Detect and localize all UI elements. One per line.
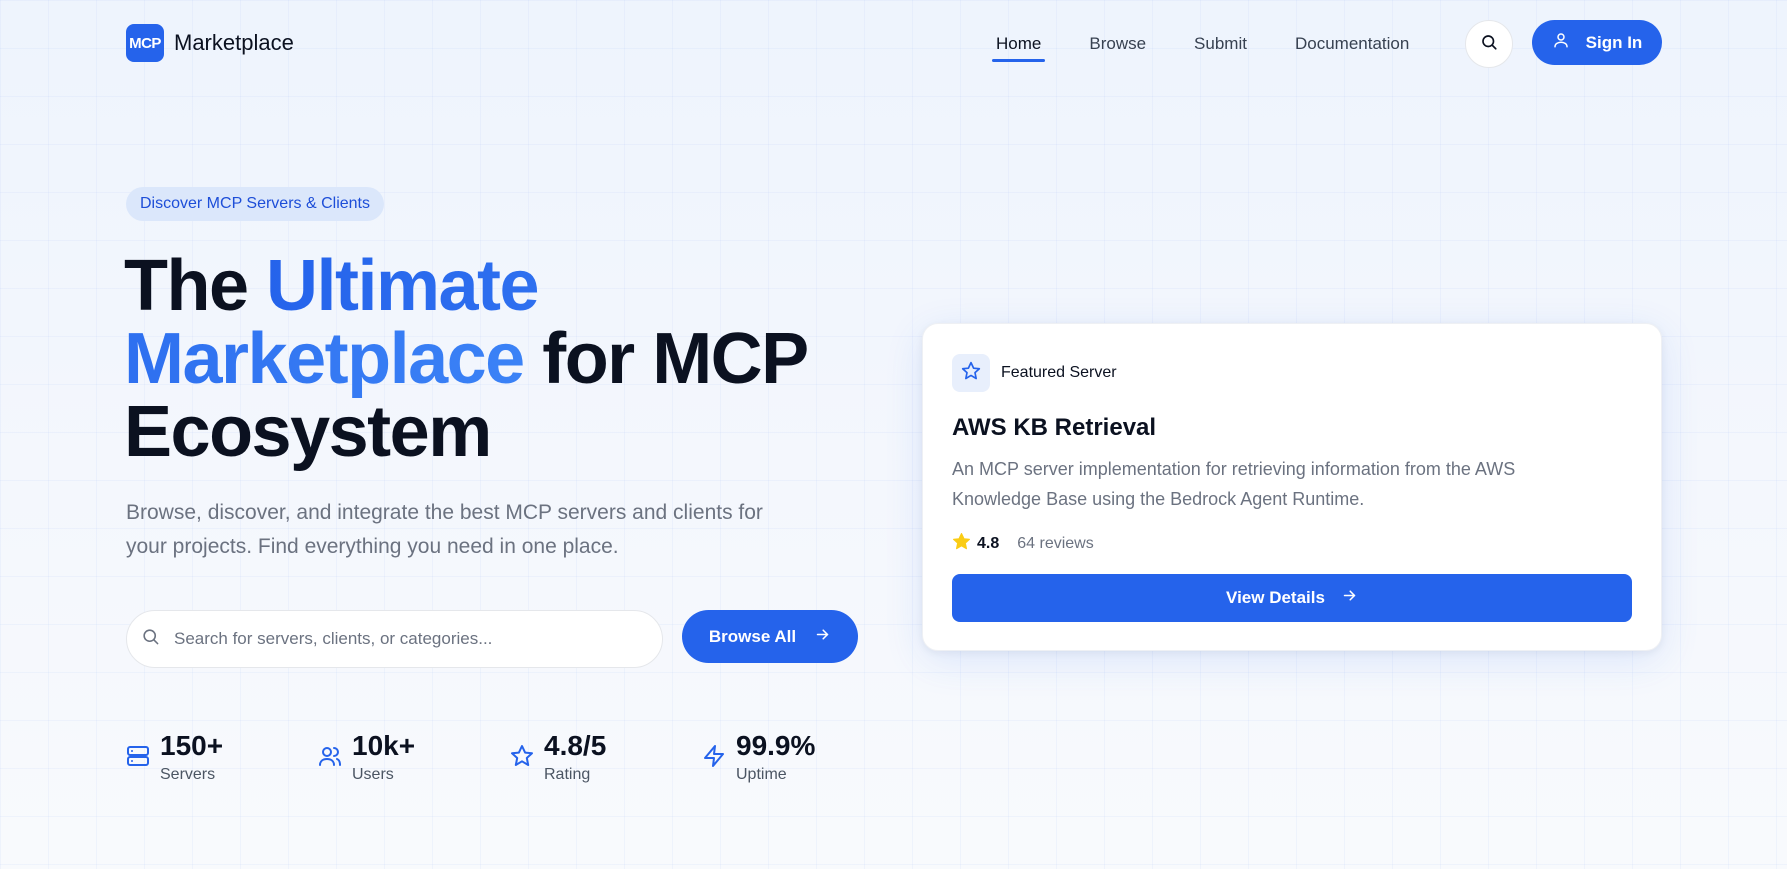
rating-score: 4.8: [977, 535, 1000, 552]
stat-value: 10k+: [352, 730, 416, 761]
browse-all-label: Browse All: [708, 626, 797, 646]
brand[interactable]: MCP Marketplace: [126, 24, 294, 62]
search-icon: [141, 627, 160, 651]
stat-uptime: 99.9% Uptime: [702, 730, 815, 784]
hero-badge: Discover MCP Servers & Clients: [126, 187, 384, 221]
card-header: Featured Server: [952, 354, 1631, 392]
zap-icon: [702, 744, 726, 784]
review-count: 64 reviews: [1017, 535, 1094, 552]
arrow-right-icon: [1341, 587, 1358, 609]
stat-value: 99.9%: [736, 730, 816, 761]
nav-link-browse[interactable]: Browse: [1089, 30, 1146, 62]
hero-search: [126, 610, 663, 668]
stat-label: Uptime: [736, 766, 787, 783]
view-details-label: View Details: [1226, 588, 1325, 607]
filled-star-icon: [952, 532, 971, 556]
nav-link-submit[interactable]: Submit: [1194, 30, 1247, 62]
hero-title: The Ultimate Marketplace for MCP Ecosyst…: [124, 250, 884, 469]
search-button[interactable]: [1465, 20, 1513, 68]
search-icon: [1480, 33, 1498, 56]
stat-users: 10k+ Users: [318, 730, 415, 784]
stat-value: 4.8/5: [544, 730, 607, 761]
stat-servers: 150+ Servers: [126, 730, 223, 784]
nav-links: Home Browse Submit Documentation: [991, 30, 1409, 62]
brand-name: Marketplace: [174, 30, 294, 55]
featured-server-card: Featured Server AWS KB Retrieval An MCP …: [922, 323, 1662, 651]
hero-subtitle: Browse, discover, and integrate the best…: [126, 501, 763, 558]
nav-link-documentation[interactable]: Documentation: [1295, 30, 1409, 62]
card-kicker: Featured Server: [1001, 364, 1117, 381]
arrow-right-icon: [814, 626, 831, 648]
stat-label: Users: [352, 766, 394, 783]
card-description: An MCP server implementation for retriev…: [952, 459, 1516, 509]
user-icon: [1552, 31, 1570, 54]
stat-value: 150+: [160, 730, 224, 761]
search-input[interactable]: [174, 629, 644, 649]
star-icon: [961, 361, 981, 386]
featured-icon-box: [952, 354, 990, 392]
sign-in-button[interactable]: Sign In: [1532, 20, 1662, 65]
stat-label: Servers: [160, 766, 216, 783]
hero-title-part-1: The: [124, 246, 267, 326]
users-icon: [318, 744, 342, 784]
card-title: AWS KB Retrieval: [952, 414, 1157, 441]
top-nav: MCP Marketplace Home Browse Submit Docum…: [0, 0, 1787, 88]
star-icon: [510, 744, 534, 784]
stat-rating: 4.8/5 Rating: [510, 730, 606, 784]
card-rating: 4.8 64 reviews: [952, 532, 1631, 556]
browse-all-button[interactable]: Browse All: [682, 610, 858, 663]
server-icon: [126, 744, 150, 784]
sign-in-label: Sign In: [1585, 32, 1643, 52]
nav-link-home[interactable]: Home: [991, 30, 1046, 62]
view-details-button[interactable]: View Details: [952, 574, 1632, 622]
stat-label: Rating: [544, 766, 591, 783]
brand-logo: MCP: [126, 24, 164, 62]
